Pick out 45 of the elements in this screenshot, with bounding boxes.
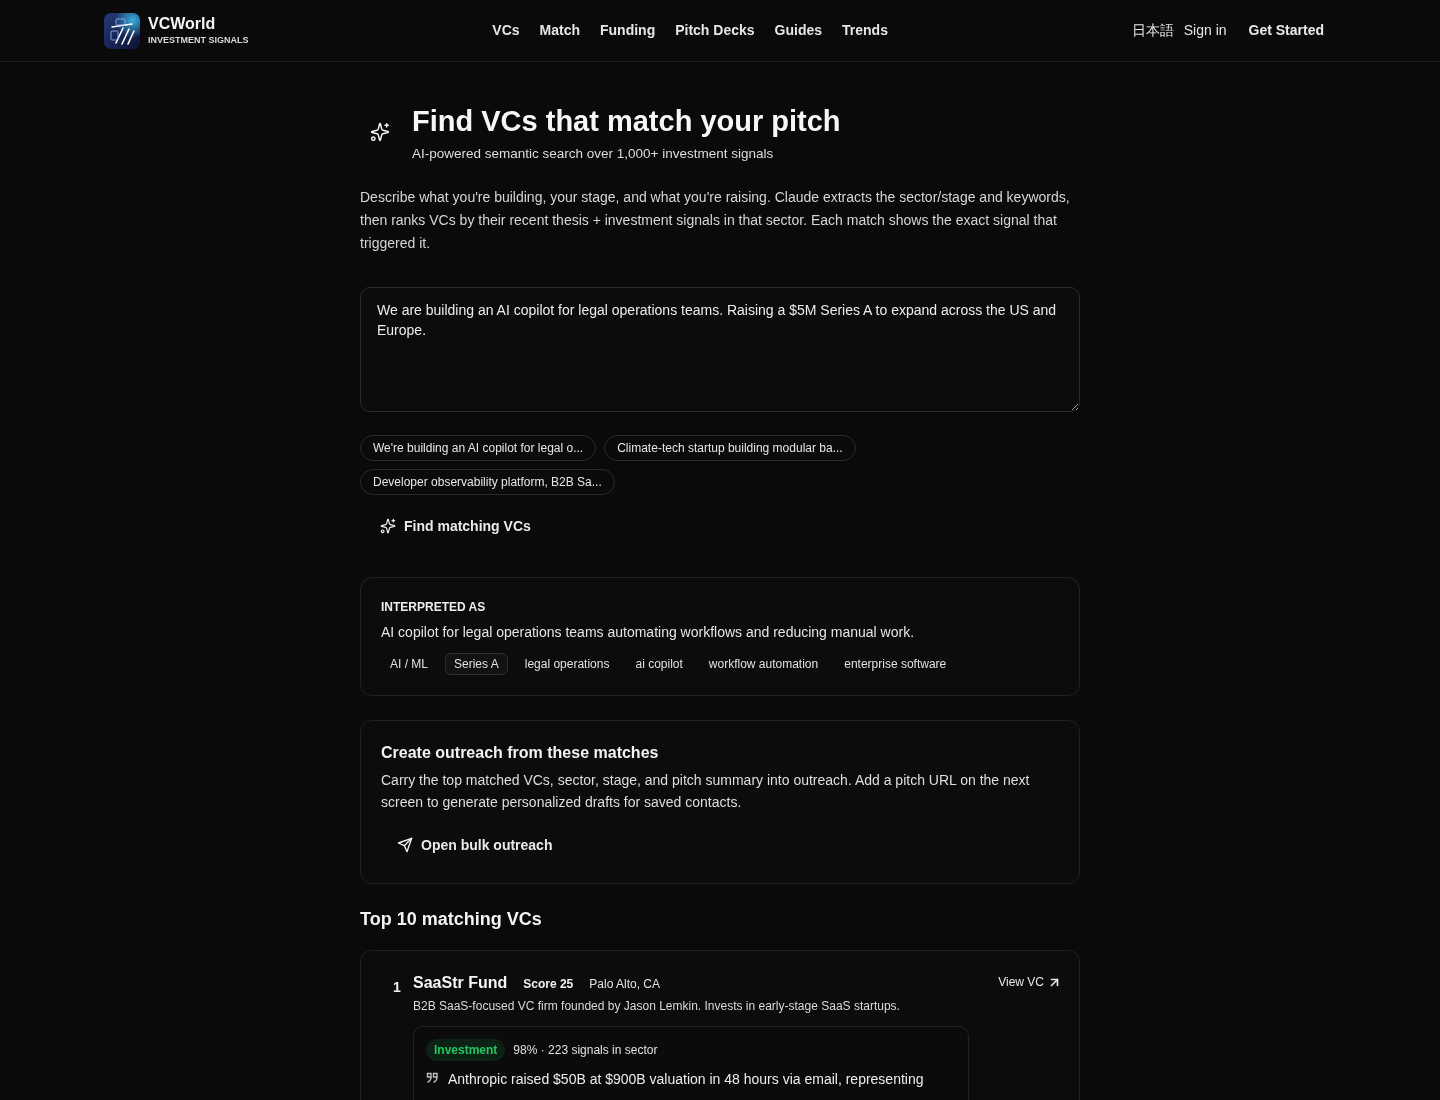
brand-tagline: INVESTMENT SIGNALS xyxy=(148,35,249,47)
signal-stats: 98% · 223 signals in sector xyxy=(513,1042,658,1060)
intro-paragraph: Describe what you're building, your stage, and what you're raising. Claude extracts the sector/stage and keywords, then ranks VCs by their recent thesis + investment signals in that sector. Each match shows the exact signal that triggered it. xyxy=(360,188,1071,254)
nav-link[interactable]: Match xyxy=(539,20,580,41)
section-label: INTERPRETED AS xyxy=(381,599,487,617)
sector-tag: AI / ML xyxy=(381,653,437,676)
example-chip[interactable]: Developer observability platform, B2B Sa... xyxy=(360,469,615,496)
find-matches-button[interactable]: Find matching VCs xyxy=(360,508,551,545)
keyword-tag: legal operations xyxy=(515,653,619,676)
quote-icon xyxy=(426,1072,439,1085)
keyword-tag: ai copilot xyxy=(626,653,692,676)
rank-number: 1 xyxy=(392,978,402,998)
language-link[interactable]: 日本語 xyxy=(1131,20,1174,41)
vc-location: Palo Alto, CA xyxy=(589,976,660,994)
sparkle-icon xyxy=(370,122,390,142)
example-chip[interactable]: We're building an AI copilot for legal o... xyxy=(360,435,597,462)
sparkle-icon xyxy=(380,518,396,535)
signal-quote: Anthropic raised $50B at $900B valuation in 48 hours via email, representing xyxy=(448,1070,924,1090)
vc-name: SaaStr Fund xyxy=(413,973,508,994)
send-icon xyxy=(397,837,413,854)
outreach-title: Create outreach from these matches xyxy=(381,743,660,764)
page-title: Find VCs that match your pitch xyxy=(412,104,841,139)
get-started-button[interactable]: Get Started xyxy=(1236,12,1336,49)
outreach-description: Carry the top matched VCs, sector, stage, and pitch summary into outreach. Add a pitch URL on the next screen to generate personalized drafts for saved contacts. xyxy=(381,771,1031,813)
nav-link[interactable]: Trends xyxy=(842,20,888,41)
vc-description: B2B SaaS-focused VC firm founded by Jason Lemkin. Invests in early-stage SaaS startups. xyxy=(413,998,901,1016)
signal-type-badge: Investment xyxy=(426,1039,506,1062)
nav-link[interactable]: Funding xyxy=(600,20,656,41)
match-score: Score 25 xyxy=(523,976,574,994)
bulk-outreach-button[interactable]: Open bulk outreach xyxy=(381,827,569,864)
sign-in-link[interactable]: Sign in xyxy=(1183,20,1227,41)
example-chip[interactable]: Climate-tech startup building modular ba... xyxy=(604,435,856,462)
results-heading: Top 10 matching VCs xyxy=(360,908,543,932)
stage-tag: Series A xyxy=(445,653,508,676)
interpretation-summary: AI copilot for legal operations teams automating workflows and reducing manual work. xyxy=(381,623,916,643)
keyword-tag: workflow automation xyxy=(699,653,828,676)
nav-link[interactable]: VCs xyxy=(492,20,520,41)
brand-name[interactable]: VCWorld xyxy=(148,14,249,33)
keyword-tag: enterprise software xyxy=(835,653,956,676)
pitch-input[interactable]: We are building an AI copilot for legal operations teams. Raising a $5M Series A to expand across the US and Europe. xyxy=(360,287,1080,413)
nav-link[interactable]: Guides xyxy=(774,20,823,41)
page-subtitle: AI-powered semantic search over 1,000+ investment signals xyxy=(412,144,775,163)
nav-link[interactable]: Pitch Decks xyxy=(675,20,755,41)
arrow-up-right-icon xyxy=(1050,977,1059,987)
view-vc-link[interactable]: View VC xyxy=(998,973,1059,992)
